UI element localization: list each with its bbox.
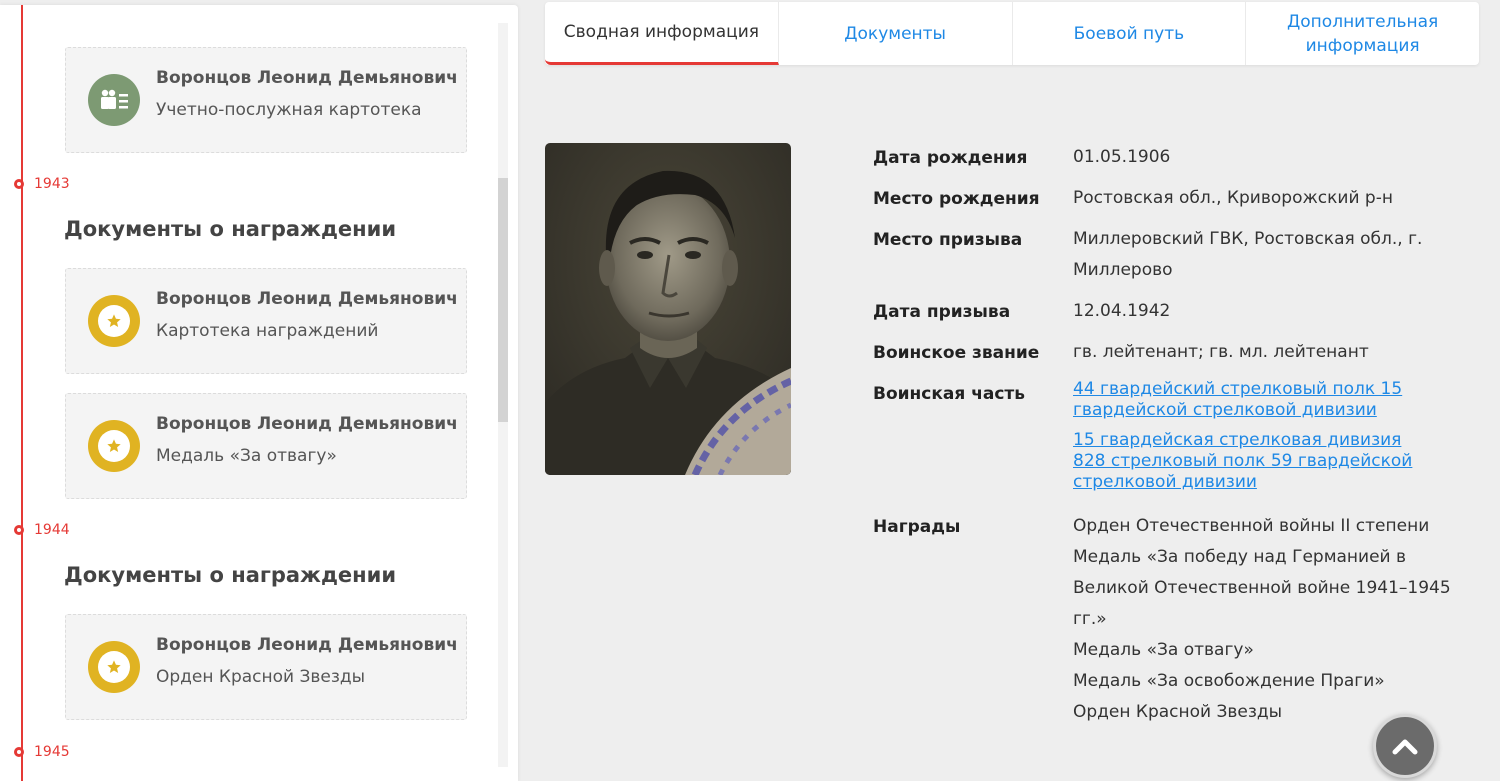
timeline-year-label: 1944 xyxy=(34,522,70,538)
timeline-dot xyxy=(14,179,24,189)
label-birth-date: Дата рождения xyxy=(873,148,1028,168)
value-military-unit-list: 44 гвардейский стрелковый полк 15 гварде… xyxy=(1073,379,1418,493)
label-conscription-date: Дата призыва xyxy=(873,302,1011,322)
value-birth-place: Ростовская обл., Криворожский р-н xyxy=(1073,188,1393,208)
chevron-up-icon xyxy=(1392,739,1418,755)
award-item: Орден Отечественной войны II степени xyxy=(1073,516,1430,536)
label-conscription-place: Место призыва xyxy=(873,230,1023,250)
value-birth-date: 01.05.1906 xyxy=(1073,147,1171,167)
scrollbar-thumb[interactable] xyxy=(498,178,508,422)
card-person-name: Воронцов Леонид Демьянович xyxy=(156,635,458,655)
card-document-type: Картотека награждений xyxy=(156,321,379,341)
timeline-dot xyxy=(14,747,24,757)
timeline-year-1944: 1944 xyxy=(14,522,70,538)
card-document-type: Медаль «За отвагу» xyxy=(156,446,337,466)
documents-timeline-panel: Воронцов Леонид Демьянович Учетно-послуж… xyxy=(0,5,518,781)
person-card-icon xyxy=(88,74,140,126)
award-item: Медаль «За победу над Германией в Велико… xyxy=(1073,547,1451,629)
document-card-awards-file[interactable]: Воронцов Леонид Демьянович Картотека наг… xyxy=(65,268,467,374)
value-rank: гв. лейтенант; гв. мл. лейтенант xyxy=(1073,342,1369,362)
label-birth-place: Место рождения xyxy=(873,189,1040,209)
profile-tabs: Сводная информация Документы Боевой путь… xyxy=(545,2,1479,65)
section-title-award-documents: Документы о награждении xyxy=(64,217,397,241)
soldier-portrait-photo xyxy=(545,143,791,475)
tab-combat-path[interactable]: Боевой путь xyxy=(1013,2,1247,65)
tab-summary[interactable]: Сводная информация xyxy=(545,2,779,65)
label-military-unit: Воинская часть xyxy=(873,384,1026,404)
unit-link-44-guards-regiment[interactable]: 44 гвардейский стрелковый полк 15 гварде… xyxy=(1073,379,1418,421)
tab-documents[interactable]: Документы xyxy=(779,2,1013,65)
medal-icon xyxy=(88,420,140,472)
document-card-medal-bravery[interactable]: Воронцов Леонид Демьянович Медаль «За от… xyxy=(65,393,467,499)
value-conscription-date: 12.04.1942 xyxy=(1073,301,1171,321)
card-document-type: Орден Красной Звезды xyxy=(156,667,366,687)
card-person-name: Воронцов Леонид Демьянович xyxy=(156,68,458,88)
award-item: Медаль «За отвагу» xyxy=(1073,640,1254,660)
scroll-to-top-button[interactable] xyxy=(1373,714,1437,778)
medal-icon xyxy=(88,295,140,347)
medal-icon xyxy=(88,641,140,693)
label-awards: Награды xyxy=(873,517,961,537)
timeline-dot xyxy=(14,525,24,535)
award-item: Медаль «За освобождение Праги» xyxy=(1073,671,1385,691)
value-conscription-place: Миллеровский ГВК, Ростовская обл., г. Ми… xyxy=(1073,229,1423,280)
card-document-type: Учетно-послужная картотека xyxy=(156,100,422,120)
card-person-name: Воронцов Леонид Демьянович xyxy=(156,414,458,434)
timeline-year-1945: 1945 xyxy=(14,744,70,760)
timeline-line xyxy=(21,5,23,781)
timeline-year-label: 1945 xyxy=(34,744,70,760)
timeline-year-1943: 1943 xyxy=(14,176,70,192)
unit-link-15-guards-division[interactable]: 15 гвардейская стрелковая дивизия xyxy=(1073,430,1418,451)
timeline-year-label: 1943 xyxy=(34,176,70,192)
document-card-service-record[interactable]: Воронцов Леонид Демьянович Учетно-послуж… xyxy=(65,47,467,153)
section-title-award-documents: Документы о награждении xyxy=(64,563,397,587)
card-person-name: Воронцов Леонид Демьянович xyxy=(156,289,458,309)
document-card-order-red-star[interactable]: Воронцов Леонид Демьянович Орден Красной… xyxy=(65,614,467,720)
unit-link-828-rifle-regiment[interactable]: 828 стрелковый полк 59 гвардейской стрел… xyxy=(1073,451,1418,493)
tab-additional-info[interactable]: Дополнительная информация xyxy=(1246,2,1479,65)
label-rank: Воинское звание xyxy=(873,343,1040,363)
value-awards-list: Орден Отечественной войны II степени Мед… xyxy=(1073,511,1465,728)
